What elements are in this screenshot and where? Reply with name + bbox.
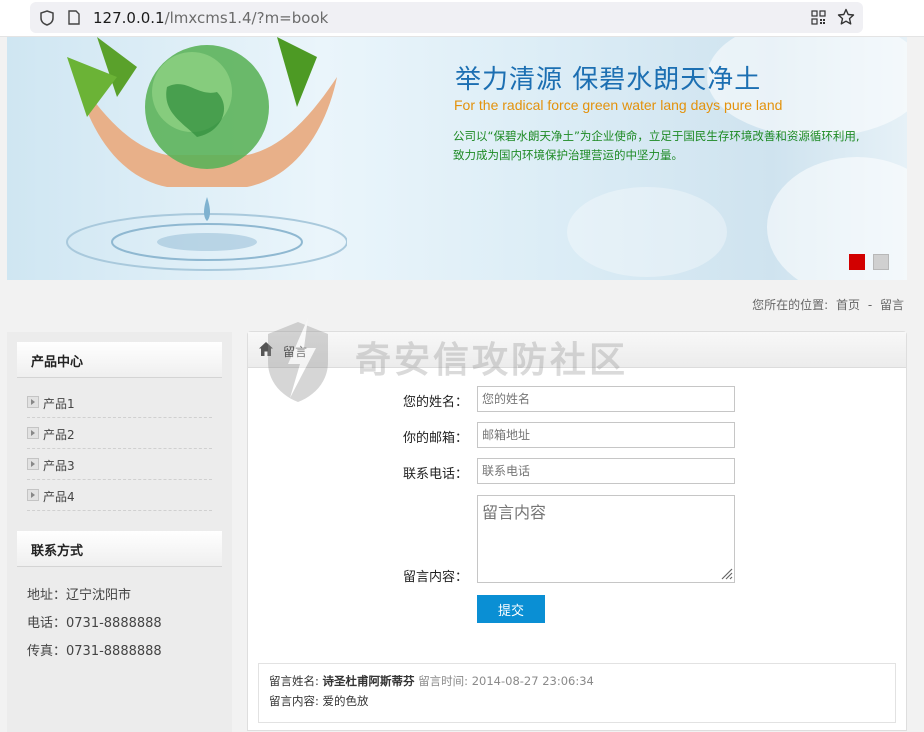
- shield-icon[interactable]: [40, 10, 54, 26]
- product-center-header: 产品中心: [17, 342, 222, 378]
- slide-dot-2[interactable]: [873, 254, 889, 270]
- breadcrumb-home-link[interactable]: 首页: [836, 298, 860, 312]
- content-textarea[interactable]: [477, 495, 735, 583]
- banner-subtitle: For the radical force green water lang d…: [454, 97, 783, 113]
- qr-code-icon[interactable]: [811, 10, 826, 25]
- name-input[interactable]: [477, 386, 735, 412]
- arrow-right-icon: [27, 489, 39, 501]
- sidebar: 产品中心 产品1 产品2 产品3 产品4 联系方式 地址：辽宁沈阳市 电话：07…: [7, 332, 232, 732]
- banner-description: 公司以“保碧水朗天净土”为企业使命，立足于国民生存环境改善和资源循环利用, 致力…: [453, 129, 860, 162]
- bookmark-star-icon[interactable]: [837, 8, 855, 26]
- sidebar-item-product-2[interactable]: 产品2: [27, 418, 212, 449]
- sidebar-item-product-3[interactable]: 产品3: [27, 449, 212, 480]
- sidebar-item-product-4[interactable]: 产品4: [27, 480, 212, 511]
- content-label: 留言内容：: [402, 570, 468, 585]
- phone-input[interactable]: [477, 458, 735, 484]
- arrow-right-icon: [27, 427, 39, 439]
- banner-title: 举力清源 保碧水朗天净土: [455, 65, 762, 95]
- resize-handle-icon[interactable]: [719, 566, 733, 580]
- watermark-logo-icon: [268, 318, 328, 402]
- hero-banner: 举力清源 保碧水朗天净土 For the radical force green…: [7, 37, 907, 280]
- slide-dot-1[interactable]: [849, 254, 865, 270]
- browser-toolbar: 127.0.0.1/lmxcms1.4/?m=book: [0, 0, 924, 37]
- arrow-right-icon: [27, 458, 39, 470]
- address-bar[interactable]: 127.0.0.1/lmxcms1.4/?m=book: [30, 2, 863, 33]
- message-author: 诗圣杜甫阿斯蒂芬: [322, 674, 415, 688]
- message-content: 爱的色放: [322, 694, 369, 708]
- contact-fax: 传真：0731-8888888: [27, 644, 162, 659]
- globe-in-hands-image: [66, 37, 347, 271]
- submit-button[interactable]: 提交: [477, 595, 545, 623]
- name-label: 您的姓名：: [402, 395, 468, 410]
- breadcrumb: 您所在的位置: 首页 - 留言: [752, 298, 904, 312]
- arrow-right-icon: [27, 396, 39, 408]
- message-content-line: 留言内容: 爱的色放: [269, 694, 369, 708]
- page-icon: [68, 10, 80, 25]
- message-item: 留言姓名: 诗圣杜甫阿斯蒂芬 留言时间: 2014-08-27 23:06:34…: [258, 663, 896, 723]
- contact-phone: 电话：0731-8888888: [27, 616, 162, 631]
- watermark-text: 奇安信攻防社区: [355, 340, 629, 381]
- url-text[interactable]: 127.0.0.1/lmxcms1.4/?m=book: [93, 9, 328, 27]
- email-label: 你的邮箱：: [402, 431, 468, 446]
- email-input[interactable]: [477, 422, 735, 448]
- breadcrumb-current[interactable]: 留言: [880, 298, 904, 312]
- message-header-line: 留言姓名: 诗圣杜甫阿斯蒂芬 留言时间: 2014-08-27 23:06:34: [269, 674, 594, 688]
- contact-address: 地址：辽宁沈阳市: [27, 588, 132, 603]
- sidebar-item-product-1[interactable]: 产品1: [27, 387, 212, 418]
- contact-header: 联系方式: [17, 531, 222, 567]
- message-time: 2014-08-27 23:06:34: [471, 674, 594, 688]
- phone-label: 联系电话：: [402, 467, 468, 482]
